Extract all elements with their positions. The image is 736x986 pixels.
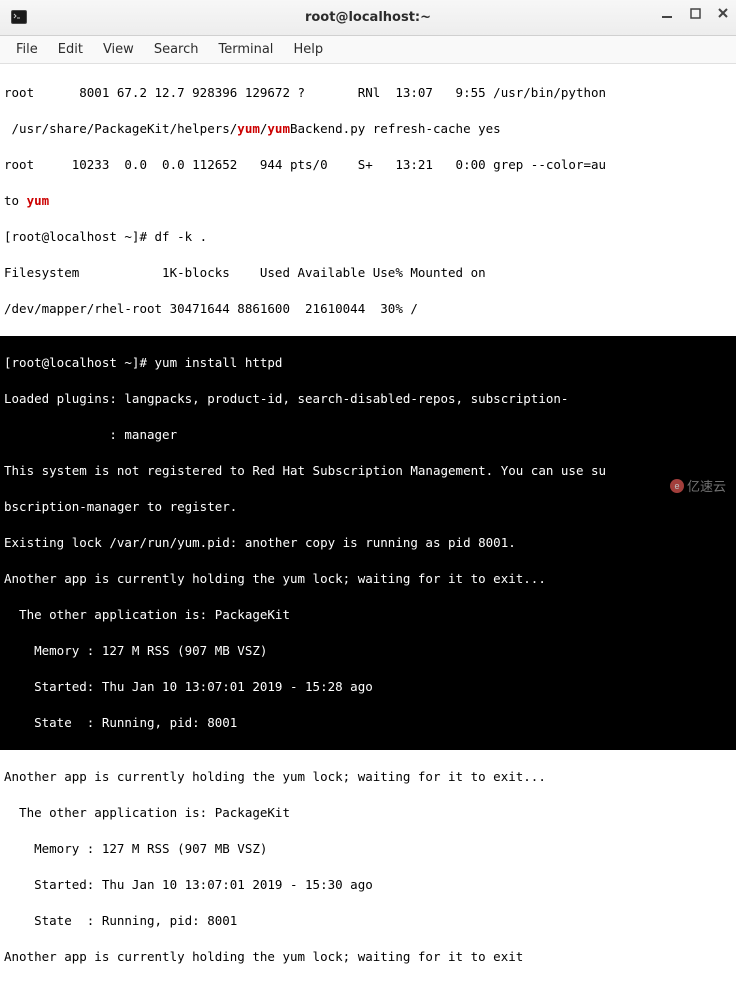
- window-controls: [660, 6, 730, 20]
- terminal-icon: [10, 8, 28, 26]
- menu-file[interactable]: File: [6, 38, 48, 61]
- window-title: root@localhost:~: [305, 10, 431, 25]
- output-line: Another app is currently holding the yum…: [4, 948, 732, 966]
- output-text: /usr/share/PackageKit/helpers/: [4, 121, 237, 136]
- output-line: Started: Thu Jan 10 13:07:01 2019 - 15:2…: [4, 678, 732, 696]
- menubar: File Edit View Search Terminal Help: [0, 36, 736, 64]
- output-line: Another app is currently holding the yum…: [4, 768, 732, 786]
- output-line: Existing lock /var/run/yum.pid: another …: [4, 534, 732, 552]
- output-line: This system is not registered to Red Hat…: [4, 462, 732, 480]
- grep-match: yum: [267, 121, 290, 136]
- output-text: Backend.py refresh-cache yes: [290, 121, 501, 136]
- menu-search[interactable]: Search: [144, 38, 209, 61]
- watermark: e 亿速云: [670, 476, 726, 495]
- minimize-button[interactable]: [660, 6, 674, 20]
- menu-terminal[interactable]: Terminal: [208, 38, 283, 61]
- grep-match: yum: [237, 121, 260, 136]
- output-line: to yum: [4, 192, 732, 210]
- inverted-output-block: [root@localhost ~]# yum install httpd Lo…: [0, 336, 736, 750]
- output-line: State : Running, pid: 8001: [4, 912, 732, 930]
- prompt-line: [root@localhost ~]# yum install httpd: [4, 354, 732, 372]
- grep-match: yum: [27, 193, 50, 208]
- output-line: Another app is currently holding the yum…: [4, 570, 732, 588]
- output-line: /dev/mapper/rhel-root 30471644 8861600 2…: [4, 300, 732, 318]
- output-text: to: [4, 193, 27, 208]
- output-line: The other application is: PackageKit: [4, 606, 732, 624]
- output-line: Filesystem 1K-blocks Used Available Use%…: [4, 264, 732, 282]
- terminal-content[interactable]: root 8001 67.2 12.7 928396 129672 ? RNl …: [0, 64, 736, 986]
- menu-help[interactable]: Help: [283, 38, 333, 61]
- menu-edit[interactable]: Edit: [48, 38, 93, 61]
- prompt-line: [root@localhost ~]# df -k .: [4, 228, 732, 246]
- watermark-icon: e: [670, 479, 684, 493]
- menu-view[interactable]: View: [93, 38, 144, 61]
- output-line: root 10233 0.0 0.0 112652 944 pts/0 S+ 1…: [4, 156, 732, 174]
- maximize-button[interactable]: [688, 6, 702, 20]
- output-line: Loaded plugins: langpacks, product-id, s…: [4, 390, 732, 408]
- output-line: Started: Thu Jan 10 13:07:01 2019 - 15:3…: [4, 876, 732, 894]
- output-line: Memory : 127 M RSS (907 MB VSZ): [4, 642, 732, 660]
- close-button[interactable]: [716, 6, 730, 20]
- output-line: State : Running, pid: 8001: [4, 714, 732, 732]
- output-line: Memory : 127 M RSS (907 MB VSZ): [4, 840, 732, 858]
- output-line: : manager: [4, 426, 732, 444]
- watermark-text: 亿速云: [687, 476, 726, 495]
- output-line: root 8001 67.2 12.7 928396 129672 ? RNl …: [4, 84, 732, 102]
- output-line: /usr/share/PackageKit/helpers/yum/yumBac…: [4, 120, 732, 138]
- titlebar: root@localhost:~: [0, 0, 736, 36]
- output-line: The other application is: PackageKit: [4, 804, 732, 822]
